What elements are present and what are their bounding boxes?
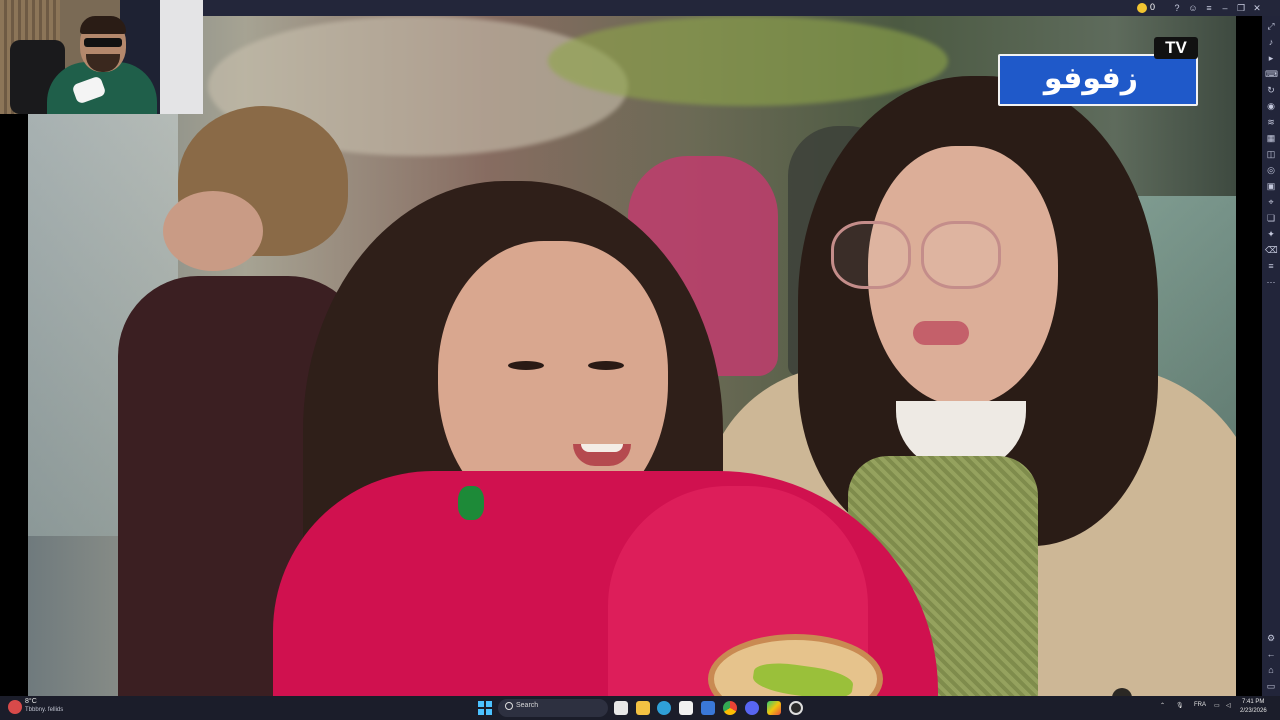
user-icon[interactable]: ☺ (1187, 2, 1199, 14)
screen: 0 ? ☺ ≡ – ❐ ✕ زفوفو TV ⤢ ♪ ▸ ⌨ ↻ ◉ ≋ ▦ ◫… (0, 0, 1280, 720)
record-icon[interactable]: ◎ (1265, 164, 1277, 176)
rotate-icon[interactable]: ↻ (1265, 84, 1277, 96)
language-indicator[interactable]: FRA (1194, 702, 1206, 708)
discord-icon[interactable] (745, 701, 759, 715)
streamer-sunglasses (84, 38, 122, 47)
chrome-icon[interactable] (723, 701, 737, 715)
gamepad-icon[interactable]: ◉ (1265, 100, 1277, 112)
webcam-window (160, 0, 203, 114)
coin-count: 0 (1150, 2, 1156, 12)
screenshot-icon[interactable]: ◫ (1265, 148, 1277, 160)
search-icon (505, 702, 513, 710)
channel-logo-text: زفوفو (1043, 61, 1139, 96)
location-icon[interactable]: ⌖ (1265, 196, 1277, 208)
obs-icon[interactable] (789, 701, 803, 715)
close-icon[interactable]: ✕ (1251, 2, 1263, 14)
volume-icon[interactable]: ♪ (1265, 36, 1277, 48)
windows-taskbar: 8°C Tbbbny. fellids Search ⌃ 🎙 FRA ▭ ◁ 7… (0, 696, 1280, 720)
background-woman-face (163, 191, 263, 271)
file-explorer-icon[interactable] (614, 701, 628, 715)
woman-right-mouth (913, 321, 969, 345)
recents-icon[interactable]: ▭ (1265, 680, 1277, 692)
coin-icon (1137, 3, 1147, 13)
network-icon[interactable]: ▭ (1214, 702, 1220, 709)
microphone-icon[interactable]: 🎙 (1176, 702, 1184, 709)
play-icon[interactable]: ▸ (1265, 52, 1277, 64)
bluestacks-icon[interactable] (767, 701, 781, 715)
expand-icon[interactable]: ⤢ (1265, 20, 1277, 32)
clock-date[interactable]: 2/23/2026 (1240, 708, 1267, 714)
search-placeholder[interactable]: Search (516, 702, 538, 709)
emulator-sidebar: ⤢ ♪ ▸ ⌨ ↻ ◉ ≋ ▦ ◫ ◎ ▣ ⌖ ❏ ✦ ⌫ ≡ ⋯ ⚙ ← ⌂ … (1262, 16, 1280, 696)
streamer-hair (80, 16, 126, 34)
minimize-icon[interactable]: – (1219, 2, 1231, 14)
menu-icon[interactable]: ≡ (1203, 2, 1215, 14)
keyboard-icon[interactable]: ⌨ (1265, 68, 1278, 80)
store-icon[interactable] (679, 701, 693, 715)
glasses-left-lens (831, 221, 911, 289)
more-icon[interactable]: ⋯ (1265, 276, 1277, 288)
green-earring (458, 486, 484, 520)
image-icon[interactable]: ▣ (1265, 180, 1277, 192)
weather-icon[interactable] (8, 700, 22, 714)
weather-description[interactable]: Tbbbny. fellids (25, 707, 63, 713)
multi-instance-icon[interactable]: ❏ (1265, 212, 1277, 224)
shake-icon[interactable]: ≋ (1265, 116, 1277, 128)
edge-icon[interactable] (657, 701, 671, 715)
folder-icon[interactable] (636, 701, 650, 715)
woman-left-teeth (581, 444, 623, 452)
channel-logo-badge: TV (1154, 37, 1198, 59)
scan-icon[interactable]: ▦ (1265, 132, 1277, 144)
glasses-right-lens (921, 221, 1001, 289)
delete-icon[interactable]: ⌫ (1265, 244, 1278, 256)
weather-temperature[interactable]: 8°C (25, 698, 37, 705)
tray-overflow-icon[interactable]: ⌃ (1160, 702, 1165, 709)
woman-left-eye (588, 361, 624, 370)
background-blur-green (548, 16, 948, 106)
start-button[interactable] (478, 701, 492, 715)
mail-icon[interactable] (701, 701, 715, 715)
taskbar-search[interactable] (498, 699, 608, 717)
volume-tray-icon[interactable]: ◁ (1226, 702, 1231, 709)
webcam-overlay (0, 0, 203, 114)
home-icon[interactable]: ⌂ (1265, 664, 1277, 676)
restore-icon[interactable]: ❐ (1235, 2, 1247, 14)
back-icon[interactable]: ← (1265, 648, 1277, 660)
woman-left-eye (508, 361, 544, 370)
help-icon[interactable]: ? (1171, 2, 1183, 14)
clock-time[interactable]: 7:41 PM (1242, 699, 1264, 705)
video-player[interactable] (28, 16, 1236, 696)
settings-icon[interactable]: ⚙ (1265, 632, 1277, 644)
layers-icon[interactable]: ≡ (1265, 260, 1277, 272)
eco-icon[interactable]: ✦ (1265, 228, 1277, 240)
